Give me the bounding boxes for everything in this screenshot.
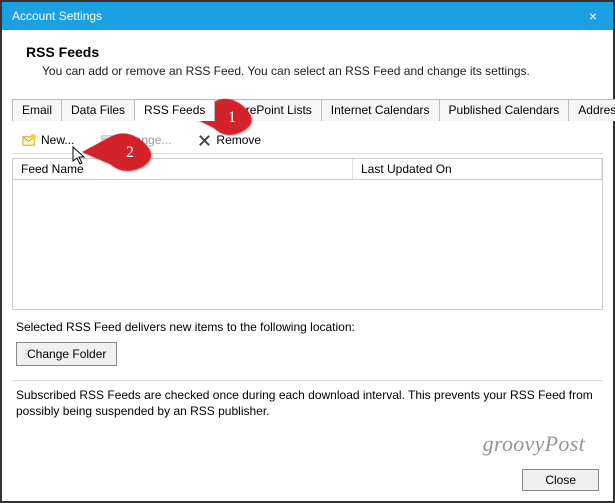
location-text: Selected RSS Feed delivers new items to … [16,320,599,334]
tab-rss-feeds[interactable]: RSS Feeds [134,99,215,121]
watermark: groovyPost [483,431,585,457]
new-icon [22,133,37,147]
tab-label: RSS Feeds [144,103,205,117]
toolbar: New... Change... Remove [12,127,603,154]
tabs: Email Data Files RSS Feeds SharePoint Li… [12,98,603,120]
close-button[interactable]: Close [522,469,599,491]
remove-button[interactable]: Remove [193,131,265,149]
dialog-footer: Close [522,469,599,491]
feed-list[interactable] [12,180,603,310]
header-subhead: You can add or remove an RSS Feed. You c… [42,64,589,78]
list-header: Feed Name Last Updated On [12,158,603,180]
tab-label: Internet Calendars [331,103,430,117]
dialog-header: RSS Feeds You can add or remove an RSS F… [2,30,613,90]
header-heading: RSS Feeds [26,44,589,60]
close-button-label: Close [545,473,576,487]
tab-label: Email [22,103,52,117]
tab-published-calendars[interactable]: Published Calendars [439,99,570,121]
change-folder-button[interactable]: Change Folder [16,342,117,366]
close-icon: × [589,8,597,24]
title-bar: Account Settings × [2,2,613,30]
new-button-label: New... [41,133,74,147]
tabs-container: Email Data Files RSS Feeds SharePoint Li… [12,98,603,121]
tab-data-files[interactable]: Data Files [61,99,135,121]
tab-address-books[interactable]: Address Books [568,99,615,121]
column-feed-name[interactable]: Feed Name [13,159,353,179]
change-button-label: Change... [119,133,171,147]
remove-icon [197,133,212,147]
column-last-updated[interactable]: Last Updated On [353,159,602,179]
new-button[interactable]: New... [18,131,78,149]
change-folder-label: Change Folder [27,347,106,361]
note-text: Subscribed RSS Feeds are checked once du… [16,387,599,419]
tab-email[interactable]: Email [12,99,62,121]
window-title: Account Settings [12,9,102,23]
tab-sharepoint-lists[interactable]: SharePoint Lists [214,99,321,121]
tab-label: Address Books [578,103,615,117]
change-button: Change... [96,131,175,149]
divider [12,380,603,381]
remove-button-label: Remove [216,133,261,147]
tab-label: Published Calendars [449,103,560,117]
change-icon [100,133,115,147]
tab-internet-calendars[interactable]: Internet Calendars [321,99,440,121]
tab-label: Data Files [71,103,125,117]
tab-label: SharePoint Lists [224,103,311,117]
window-close-button[interactable]: × [573,2,613,30]
